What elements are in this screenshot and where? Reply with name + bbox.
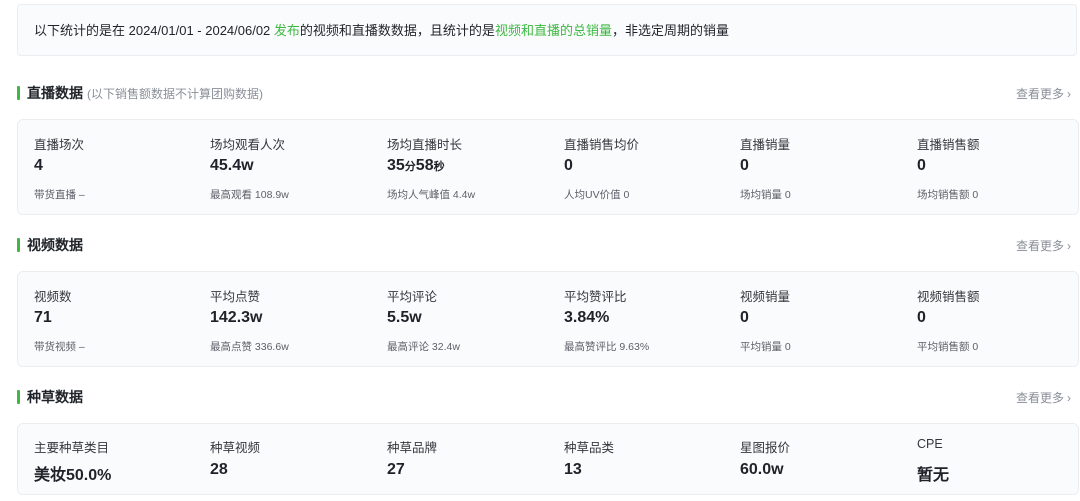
video-section-header: 视频数据 查看更多 › — [17, 235, 1077, 255]
metric-value: 71 — [34, 309, 52, 326]
live-title-text: 直播数据 — [27, 85, 83, 101]
metric-label: 视频销量 — [740, 290, 791, 304]
metric-label: 平均点赞 — [210, 290, 261, 304]
metric-value: 美妆50.0% — [34, 467, 112, 484]
metric-label: 种草视频 — [210, 441, 261, 455]
minutes-unit: 分 — [404, 161, 416, 173]
metric-sub: 最高赞评比 9.63% — [564, 341, 650, 353]
view-more-label: 查看更多 — [1015, 391, 1064, 405]
video-view-more-link[interactable]: 查看更多 › — [1016, 237, 1071, 255]
metric-value: 35分58秒 — [387, 157, 445, 175]
metric-value: 0 — [564, 157, 573, 174]
metric-label: 视频数 — [34, 290, 72, 304]
metric-label: 种草品牌 — [387, 441, 438, 455]
metric-sub: 带货直播 – — [34, 189, 85, 201]
metric-value: 暂无 — [917, 467, 950, 484]
metric-sub: 场均销售额 0 — [917, 189, 979, 201]
metric-sub: 最高评论 32.4w — [387, 341, 460, 353]
chevron-right-icon: › — [1067, 391, 1071, 405]
date-range-notice: 以下统计的是在 2024/01/01 - 2024/06/02 发布的视频和直播… — [17, 4, 1077, 56]
metric-value: 0 — [740, 157, 749, 174]
metric-label: 星图报价 — [740, 441, 791, 455]
metric-label: CPE — [917, 437, 943, 451]
metric-value: 13 — [564, 461, 582, 478]
metric-value: 0 — [917, 309, 926, 326]
metric-label: 种草品类 — [564, 441, 615, 455]
metric-sub: 平均销售额 0 — [917, 341, 979, 353]
metric-label: 主要种草类目 — [34, 441, 110, 455]
duration-seconds: 58 — [415, 157, 434, 174]
live-section-title: 直播数据 (以下销售额数据不计算团购数据) — [27, 83, 263, 104]
section-accent-bar — [17, 86, 20, 100]
metric-value: 27 — [387, 461, 405, 478]
seed-metrics-card: 主要种草类目 美妆50.0% 种草视频 28 种草品牌 27 种草品类 13 星… — [17, 423, 1079, 495]
metric-value: 5.5w — [387, 309, 422, 326]
video-metrics-card: 视频数 71 带货视频 – 平均点赞 142.3w 最高点赞 336.6w 平均… — [17, 271, 1079, 367]
metric-label: 平均评论 — [387, 290, 438, 304]
notice-highlight-total-sales: 视频和直播的总销量 — [494, 23, 612, 38]
metric-value: 0 — [917, 157, 926, 174]
seconds-unit: 秒 — [433, 161, 445, 173]
metric-value: 28 — [210, 461, 228, 478]
metric-sub: 平均销量 0 — [740, 341, 791, 353]
metric-label: 平均赞评比 — [564, 290, 627, 304]
metric-label: 场均直播时长 — [387, 138, 463, 152]
metric-label: 视频销售额 — [917, 290, 980, 304]
metric-label: 直播场次 — [34, 138, 85, 152]
metric-label: 场均观看人次 — [210, 138, 286, 152]
live-view-more-link[interactable]: 查看更多 › — [1016, 85, 1071, 103]
metric-label: 直播销量 — [740, 138, 791, 152]
section-accent-bar — [17, 238, 20, 252]
view-more-label: 查看更多 — [1015, 239, 1064, 253]
chevron-right-icon: › — [1067, 239, 1071, 253]
duration-minutes: 35 — [387, 157, 405, 174]
metric-value: 0 — [740, 309, 749, 326]
metric-sub: 最高点赞 336.6w — [210, 341, 289, 353]
live-metrics-card: 直播场次 4 带货直播 – 场均观看人次 45.4w 最高观看 108.9w 场… — [17, 119, 1079, 215]
metric-value: 45.4w — [210, 157, 254, 174]
metric-sub: 场均人气峰值 4.4w — [387, 189, 476, 201]
notice-suffix: ，非选定周期的销量 — [611, 23, 729, 38]
metric-value: 3.84% — [564, 309, 610, 326]
live-section-subtitle: (以下销售额数据不计算团购数据) — [87, 87, 263, 101]
section-accent-bar — [17, 390, 20, 404]
metric-sub: 场均销量 0 — [740, 189, 791, 201]
seed-section-header: 种草数据 查看更多 › — [17, 387, 1077, 407]
view-more-label: 查看更多 — [1015, 87, 1064, 101]
metric-value: 142.3w — [210, 309, 263, 326]
metric-sub: 最高观看 108.9w — [210, 189, 289, 201]
metric-label: 直播销售均价 — [564, 138, 640, 152]
notice-highlight-publish: 发布 — [273, 23, 300, 38]
metric-sub: 人均UV价值 0 — [564, 189, 630, 201]
seed-section-title: 种草数据 — [27, 389, 83, 405]
seed-view-more-link[interactable]: 查看更多 › — [1016, 389, 1071, 407]
metric-sub: 带货视频 – — [34, 341, 85, 353]
metric-value: 60.0w — [740, 461, 784, 478]
metric-value: 4 — [34, 157, 43, 174]
notice-prefix: 以下统计的是在 2024/01/01 - 2024/06/02 — [34, 23, 274, 38]
chevron-right-icon: › — [1067, 87, 1071, 101]
live-section-header: 直播数据 (以下销售额数据不计算团购数据) 查看更多 › — [17, 83, 1077, 103]
metric-label: 直播销售额 — [917, 138, 980, 152]
video-section-title: 视频数据 — [27, 237, 83, 253]
notice-middle: 的视频和直播数数据，且统计的是 — [299, 23, 495, 38]
